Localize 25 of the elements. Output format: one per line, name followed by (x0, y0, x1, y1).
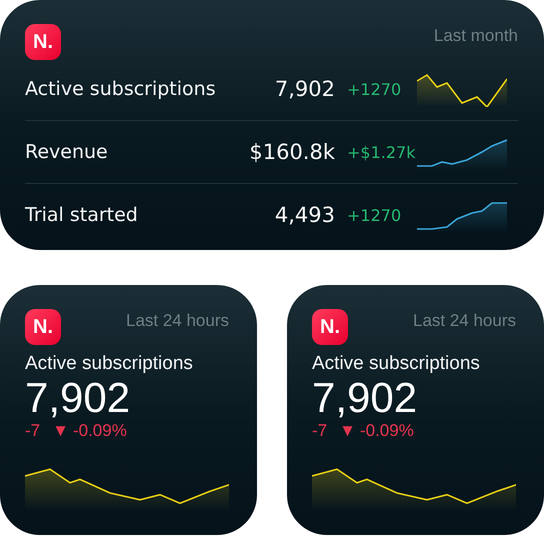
metric-value: 4,493 (274, 203, 335, 227)
change-percent: -0.09% (360, 421, 414, 441)
change-percent: -0.09% (72, 421, 127, 441)
metric-label: Trial started (25, 204, 139, 226)
metric-label: Active subscriptions (25, 78, 217, 100)
metric-label: Active subscriptions (312, 353, 481, 375)
metric-label: Active subscriptions (25, 353, 194, 375)
metric-change: +1270 (346, 80, 402, 98)
change-value: -7 (25, 421, 40, 441)
app-logo: N. (312, 309, 348, 345)
metric-value: 7,902 (274, 77, 335, 101)
down-arrow-icon: ▼ (52, 421, 69, 441)
metric-label: Revenue (25, 141, 109, 163)
period-label: Last 24 hours (412, 311, 516, 331)
app-logo: N. (25, 24, 61, 60)
metric-value: $160.8k (248, 140, 335, 164)
period-label: Last 24 hours (126, 311, 229, 331)
metric-change: +$1.27k (346, 142, 416, 162)
metric-value: 7,902 (312, 375, 418, 421)
period-label: Last month (434, 26, 518, 46)
down-arrow-icon: ▼ (339, 421, 356, 441)
metric-value: 7,902 (25, 375, 132, 421)
change-value: -7 (312, 421, 328, 441)
app-logo: N. (25, 309, 61, 345)
metric-change: +1270 (346, 206, 402, 224)
